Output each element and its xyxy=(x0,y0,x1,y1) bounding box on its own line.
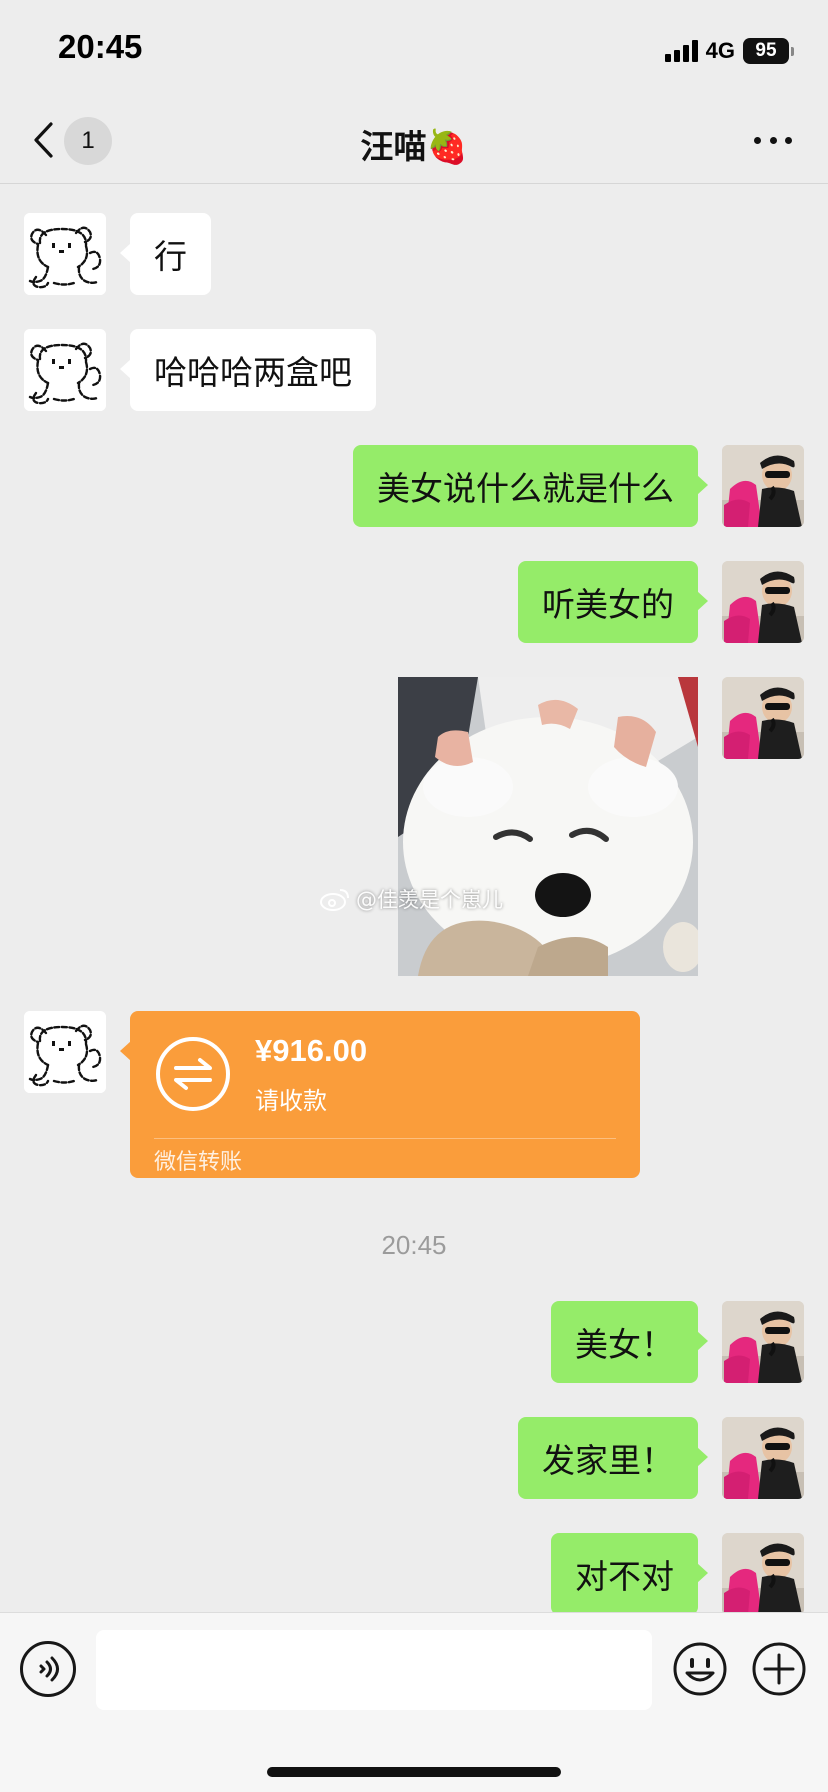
divider xyxy=(154,1138,616,1139)
message-bubble-incoming[interactable]: 哈哈哈两盒吧 xyxy=(120,329,376,411)
watermark: @佳羡是个崽儿 xyxy=(318,884,503,914)
my-avatar[interactable] xyxy=(722,445,804,527)
voice-icon xyxy=(39,1656,59,1682)
chat-title: 汪喵🍓 xyxy=(360,127,468,166)
message-bubble-incoming[interactable]: 行 xyxy=(120,213,211,295)
message-bubble-outgoing[interactable]: 对不对 xyxy=(551,1533,708,1615)
more-dots-icon xyxy=(754,136,761,144)
my-avatar[interactable] xyxy=(722,1417,804,1499)
message-image-dog[interactable] xyxy=(398,677,698,976)
watermark-text: @佳羡是个崽儿 xyxy=(356,888,503,912)
contact-avatar[interactable] xyxy=(24,1011,106,1093)
message-bubble-outgoing[interactable]: 美女！ xyxy=(551,1301,708,1383)
emoji-button[interactable] xyxy=(672,1641,728,1697)
my-avatar[interactable] xyxy=(722,1301,804,1383)
weibo-icon xyxy=(320,889,349,911)
home-indicator xyxy=(267,1767,561,1777)
signal-icon xyxy=(664,40,698,62)
battery-level: 95 xyxy=(743,38,789,64)
emoji-icon xyxy=(673,1642,727,1696)
my-avatar[interactable] xyxy=(722,561,804,643)
transfer-icon xyxy=(156,1037,230,1111)
message-bubble-outgoing[interactable]: 听美女的 xyxy=(518,561,708,643)
status-time: 20:45 xyxy=(58,28,143,65)
transfer-card[interactable]: ¥916.00 请收款 微信转账 xyxy=(120,1011,640,1178)
dog-photo xyxy=(398,677,698,976)
more-functions-button[interactable] xyxy=(751,1641,807,1697)
transfer-amount: ¥916.00 xyxy=(255,1033,368,1068)
transfer-status: 请收款 xyxy=(255,1087,327,1115)
status-indicators: 4G 95 xyxy=(664,36,794,66)
network-type: 4G xyxy=(705,38,735,63)
status-bar: 20:45 4G 95 xyxy=(0,0,828,100)
transfer-label: 微信转账 xyxy=(154,1150,243,1175)
more-button[interactable] xyxy=(754,128,792,152)
contact-avatar[interactable] xyxy=(24,329,106,411)
voice-button[interactable] xyxy=(20,1641,76,1697)
message-bubble-outgoing[interactable]: 美女说什么就是什么 xyxy=(353,445,708,527)
plus-icon xyxy=(752,1642,806,1696)
input-bar xyxy=(0,1612,828,1792)
contact-avatar[interactable] xyxy=(24,213,106,295)
message-input[interactable] xyxy=(96,1630,652,1710)
chat-header: 1 汪喵🍓 xyxy=(0,100,828,184)
my-avatar[interactable] xyxy=(722,1533,804,1615)
my-avatar[interactable] xyxy=(722,677,804,759)
battery-icon: 95 xyxy=(743,38,794,64)
message-bubble-outgoing[interactable]: 发家里！ xyxy=(518,1417,708,1499)
message-timestamp: 20:45 xyxy=(381,1230,447,1260)
